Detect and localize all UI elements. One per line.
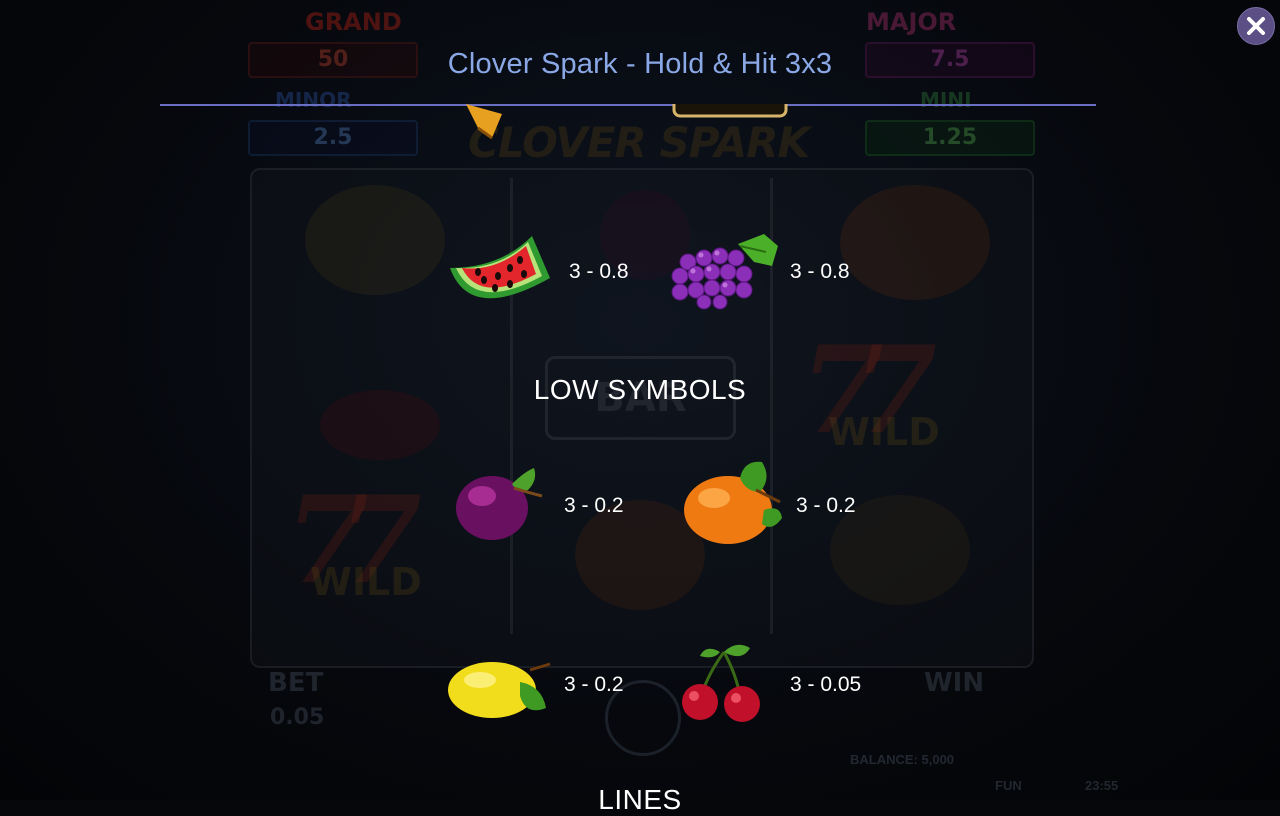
- title-divider: [160, 104, 1096, 106]
- bell-icon: [466, 104, 502, 140]
- watermelon-icon: [450, 236, 550, 299]
- bg-wild-label: WILD: [310, 560, 422, 604]
- cherry-payout: 3 - 0.05: [790, 673, 862, 696]
- jackpot-minor-label: MINOR: [275, 88, 352, 112]
- plum-icon: [456, 468, 543, 540]
- bet-label: BET: [268, 668, 324, 698]
- close-button[interactable]: [1237, 7, 1275, 45]
- win-label: WIN: [924, 668, 985, 698]
- page-title: Clover Spark - Hold & Hit 3x3: [447, 48, 833, 80]
- jackpot-minor-value: 2.5: [248, 120, 418, 156]
- balance-display: BALANCE: 5,000: [850, 752, 955, 767]
- bg-bell-symbol: [305, 185, 445, 295]
- jackpot-mini-value: 1.25: [865, 120, 1035, 156]
- grapes-icon: [671, 234, 778, 310]
- grapes-payout: 3 - 0.8: [790, 260, 850, 283]
- jackpot-major-label: MAJOR: [866, 8, 957, 36]
- lemon-icon: [448, 662, 551, 718]
- watermelon-payout: 3 - 0.8: [569, 260, 629, 283]
- jackpot-grand-label: GRAND: [305, 8, 402, 36]
- bet-value: 0.05: [270, 705, 325, 730]
- orange-icon: [684, 461, 782, 544]
- orange-payout: 3 - 0.2: [796, 494, 856, 517]
- lines-heading: LINES: [598, 784, 682, 815]
- plum-payout: 3 - 0.2: [564, 494, 624, 517]
- bar-icon: [672, 104, 788, 118]
- lemon-payout: 3 - 0.2: [564, 673, 624, 696]
- cherry-icon: [682, 644, 760, 722]
- close-icon: [1247, 17, 1265, 35]
- bg-wild-label: WILD: [828, 410, 940, 454]
- bg-orange-symbol: [840, 185, 990, 300]
- jackpot-mini-label: MINI: [920, 88, 972, 112]
- low-symbols-heading: LOW SYMBOLS: [533, 374, 747, 405]
